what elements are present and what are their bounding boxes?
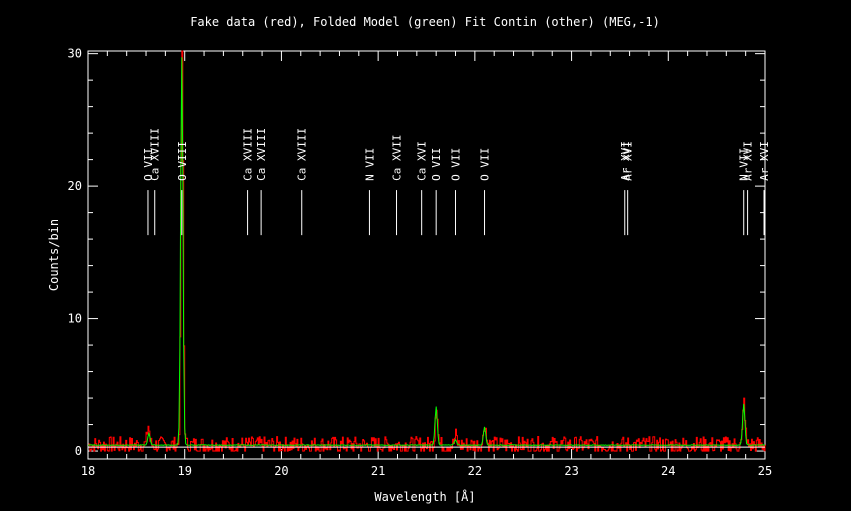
x-tick-label: 18: [81, 464, 95, 478]
line-id-label: O VII: [430, 148, 443, 181]
y-tick-label: 0: [75, 444, 82, 458]
y-tick-label: 20: [68, 179, 82, 193]
series-group: [87, 50, 766, 452]
chart-title: Fake data (red), Folded Model (green) Fi…: [190, 15, 660, 29]
x-tick-labels: 18 19 20 21 22 23 24 25: [81, 464, 772, 478]
y-tick-label: 30: [68, 47, 82, 61]
x-tick-label: 19: [177, 464, 191, 478]
axis-ticks: [87, 51, 766, 459]
line-id-label: O VII: [450, 148, 463, 181]
line-id-label: Ca XVIII: [242, 128, 255, 181]
line-id-label: Ca XVII: [391, 134, 404, 180]
x-tick-label: 21: [371, 464, 385, 478]
y-tick-labels: 0 10 20 30: [68, 47, 82, 458]
line-id-label: Ca XVIII: [255, 128, 268, 181]
series-line: [87, 57, 766, 446]
x-tick-label: 20: [274, 464, 288, 478]
line-identifications: O VIICa XVIII O VIII Ca XVIII Ca XVIII Ca XV…: [142, 128, 771, 236]
x-tick-label: 24: [661, 464, 675, 478]
spectrum-chart: Fake data (red), Folded Model (green) Fi…: [47, 15, 772, 504]
x-tick-label: 25: [758, 464, 772, 478]
line-id-label: O VIII: [176, 141, 189, 181]
y-axis-label: Counts/bin: [47, 219, 61, 291]
plot-frame: [87, 50, 766, 460]
x-tick-label: 23: [564, 464, 578, 478]
line-id-label: Ca XVIII: [296, 128, 309, 181]
x-axis-label: Wavelength [Å]: [374, 489, 475, 504]
series-line: [88, 50, 766, 452]
y-tick-label: 10: [68, 312, 82, 326]
x-tick-label: 22: [468, 464, 482, 478]
line-id-label: Ca XVIII: [149, 128, 162, 181]
line-id-label: O VII: [479, 148, 492, 181]
line-id-label: Ar XVI: [742, 141, 755, 181]
line-id-label: Ar XVI: [622, 141, 635, 181]
line-id-label: Ca XVI: [416, 141, 429, 181]
line-id-label: N VII: [363, 148, 376, 181]
line-id-label: Ar XVI: [758, 141, 771, 181]
